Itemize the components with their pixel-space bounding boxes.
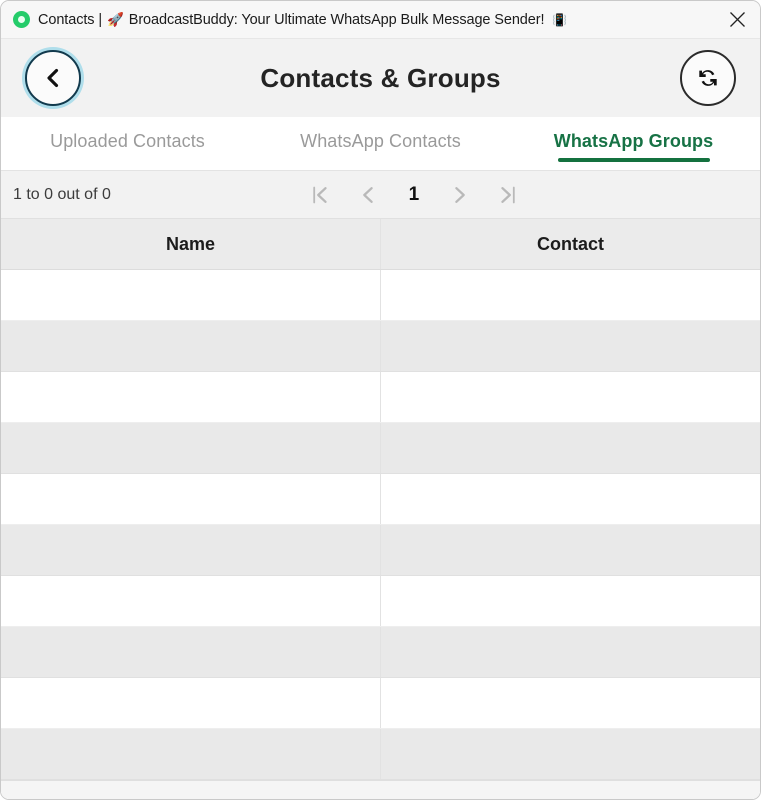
tab-whatsapp-groups[interactable]: WhatsApp Groups <box>507 117 760 170</box>
first-page-icon <box>313 186 327 203</box>
cell-contact <box>381 678 760 728</box>
contacts-table: Name Contact <box>1 219 760 799</box>
table-row[interactable] <box>1 525 760 576</box>
table-row[interactable] <box>1 678 760 729</box>
table-header-row: Name Contact <box>1 219 760 270</box>
next-page-button[interactable] <box>447 181 473 209</box>
last-page-button[interactable] <box>495 181 521 209</box>
cell-name <box>1 576 381 626</box>
cell-name <box>1 270 381 320</box>
pagination-controls: 1 <box>307 181 521 209</box>
window-title-prefix: Contacts | <box>38 11 103 28</box>
cell-name <box>1 372 381 422</box>
app-icon <box>13 11 30 28</box>
rocket-icon: 🚀 <box>107 11 124 27</box>
table-row[interactable] <box>1 627 760 678</box>
current-page-number[interactable]: 1 <box>403 184 425 206</box>
previous-page-button[interactable] <box>355 181 381 209</box>
close-window-button[interactable] <box>714 1 760 39</box>
table-row[interactable] <box>1 423 760 474</box>
table-row[interactable] <box>1 576 760 627</box>
table-row[interactable] <box>1 321 760 372</box>
app-window: Contacts | 🚀 BroadcastBuddy: Your Ultima… <box>0 0 761 800</box>
tab-uploaded-contacts[interactable]: Uploaded Contacts <box>1 117 254 170</box>
column-header-name[interactable]: Name <box>1 219 381 269</box>
cell-contact <box>381 423 760 473</box>
tab-uploaded-contacts-label: Uploaded Contacts <box>50 131 205 151</box>
cell-contact <box>381 372 760 422</box>
table-row[interactable] <box>1 372 760 423</box>
back-button[interactable] <box>25 50 81 106</box>
cell-contact <box>381 576 760 626</box>
cell-name <box>1 321 381 371</box>
cell-name <box>1 627 381 677</box>
cell-contact <box>381 627 760 677</box>
window-title: Contacts | 🚀 BroadcastBuddy: Your Ultima… <box>38 12 567 28</box>
table-row[interactable] <box>1 270 760 321</box>
next-page-icon <box>455 186 465 203</box>
table-footer <box>1 780 760 799</box>
cell-contact <box>381 729 760 779</box>
tab-bar: Uploaded Contacts WhatsApp Contacts What… <box>1 117 760 171</box>
refresh-button[interactable] <box>680 50 736 106</box>
previous-page-icon <box>363 186 373 203</box>
pagination-summary: 1 to 0 out of 0 <box>13 185 111 203</box>
cell-contact <box>381 474 760 524</box>
tab-whatsapp-groups-label: WhatsApp Groups <box>553 131 714 151</box>
page-title: Contacts & Groups <box>260 62 501 93</box>
page-header: Contacts & Groups <box>1 39 760 117</box>
table-row[interactable] <box>1 474 760 525</box>
window-title-app-name: BroadcastBuddy: Your Ultimate WhatsApp B… <box>128 11 545 28</box>
column-header-contact[interactable]: Contact <box>381 219 760 269</box>
vibration-mode-icon: 📳 <box>552 12 568 27</box>
title-bar: Contacts | 🚀 BroadcastBuddy: Your Ultima… <box>1 1 760 39</box>
tab-whatsapp-contacts-label: WhatsApp Contacts <box>300 131 461 151</box>
chevron-left-icon <box>47 68 59 88</box>
cell-name <box>1 525 381 575</box>
active-tab-indicator <box>557 158 710 162</box>
refresh-icon <box>699 70 717 86</box>
cell-name <box>1 474 381 524</box>
cell-contact <box>381 270 760 320</box>
cell-contact <box>381 525 760 575</box>
cell-name <box>1 729 381 779</box>
cell-contact <box>381 321 760 371</box>
last-page-icon <box>501 186 515 203</box>
tab-whatsapp-contacts[interactable]: WhatsApp Contacts <box>254 117 507 170</box>
cell-name <box>1 423 381 473</box>
table-row[interactable] <box>1 729 760 780</box>
cell-name <box>1 678 381 728</box>
pagination-bar: 1 to 0 out of 0 1 <box>1 171 760 219</box>
first-page-button[interactable] <box>307 181 333 209</box>
close-icon <box>729 12 745 27</box>
